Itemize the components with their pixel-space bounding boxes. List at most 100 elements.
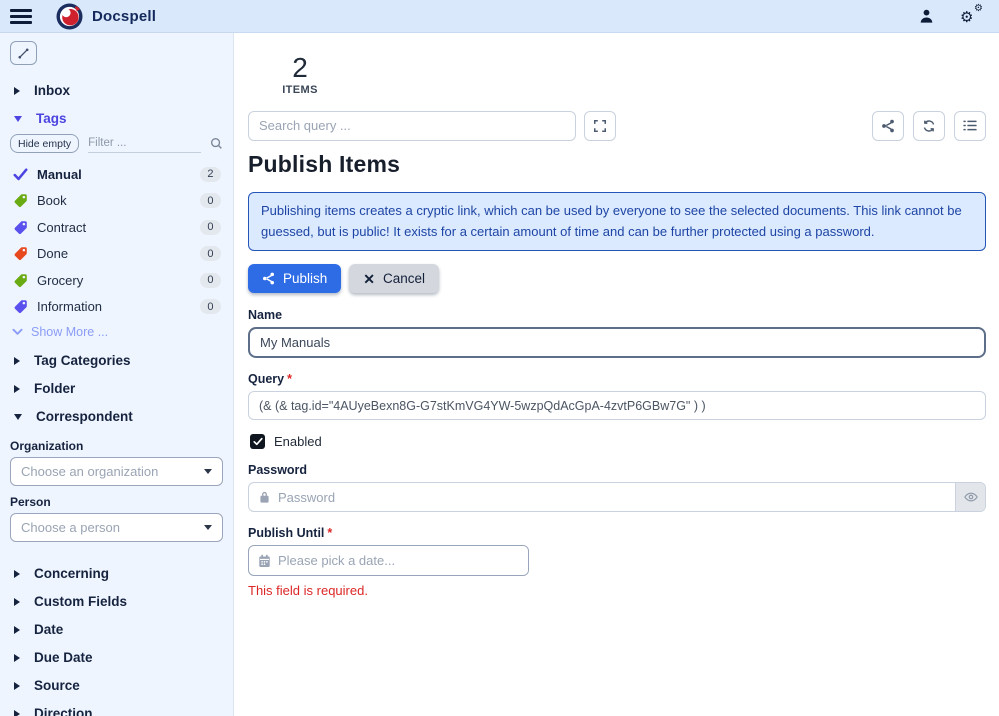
section-label: Correspondent	[36, 409, 133, 424]
tag-item-book[interactable]: Book 0	[8, 188, 225, 215]
hide-empty-button[interactable]: Hide empty	[10, 134, 79, 153]
share-icon	[881, 119, 895, 133]
person-label: Person	[10, 495, 223, 509]
tag-item-done[interactable]: Done 0	[8, 241, 225, 268]
publish-info-alert: Publishing items creates a cryptic link,…	[248, 192, 986, 252]
tag-label: Book	[37, 193, 191, 208]
section-label: Direction	[34, 706, 93, 716]
tag-count-badge: 0	[200, 193, 221, 208]
tag-label: Grocery	[37, 273, 191, 288]
section-label: Date	[34, 622, 63, 637]
app-title: Docspell	[92, 8, 156, 25]
tag-icon	[12, 273, 28, 288]
check-icon	[12, 168, 28, 181]
sidebar-section-tags[interactable]: Tags	[8, 105, 225, 132]
tag-item-grocery[interactable]: Grocery 0	[8, 267, 225, 294]
chevron-down-icon	[204, 525, 212, 530]
tag-count-badge: 0	[200, 220, 221, 235]
tag-label: Manual	[37, 167, 191, 182]
search-query-input[interactable]	[248, 111, 576, 141]
search-icon	[210, 137, 223, 150]
menu-icon[interactable]	[10, 5, 32, 27]
person-select[interactable]: Choose a person	[10, 513, 223, 542]
sidebar-section-tag-categories[interactable]: Tag Categories	[8, 347, 225, 374]
password-input[interactable]	[278, 483, 955, 511]
section-label: Tags	[36, 111, 67, 126]
sidebar-section-custom-fields[interactable]: Custom Fields	[8, 588, 225, 615]
validation-error: This field is required.	[248, 583, 986, 598]
settings-gears-icon[interactable]: ⚙⚙	[961, 6, 981, 26]
item-count-label: ITEMS	[248, 84, 352, 96]
cancel-button[interactable]: ✕ Cancel	[349, 264, 439, 293]
sidebar-section-inbox[interactable]: Inbox	[8, 77, 225, 104]
chevron-right-icon	[14, 598, 20, 606]
section-label: Folder	[34, 381, 75, 396]
tag-icon	[12, 220, 28, 235]
chevron-right-icon	[14, 710, 20, 716]
chevron-down-icon	[14, 116, 22, 122]
chevron-down-icon	[14, 414, 22, 420]
sidebar-section-direction[interactable]: Direction	[8, 700, 225, 716]
close-icon: ✕	[363, 272, 375, 286]
expand-search-button[interactable]	[584, 111, 616, 141]
calendar-icon	[249, 554, 278, 568]
sidebar-section-correspondent[interactable]: Correspondent	[8, 403, 225, 430]
name-label: Name	[248, 308, 986, 322]
item-count-value: 2	[248, 53, 352, 84]
chevron-right-icon	[14, 654, 20, 662]
section-label: Concerning	[34, 566, 109, 581]
tag-count-badge: 0	[200, 273, 221, 288]
tag-icon	[12, 246, 28, 261]
sidebar-section-concerning[interactable]: Concerning	[8, 560, 225, 587]
app-brand[interactable]: Docspell	[56, 3, 156, 30]
publish-until-label: Publish Until*	[248, 526, 986, 540]
show-more-link[interactable]: Show More ...	[8, 320, 225, 347]
query-input[interactable]	[248, 391, 986, 420]
sidebar-section-folder[interactable]: Folder	[8, 375, 225, 402]
required-marker: *	[287, 372, 292, 386]
checkbox-checked-icon	[250, 434, 265, 449]
tag-item-manual[interactable]: Manual 2	[8, 161, 225, 188]
list-icon	[963, 119, 977, 132]
toggle-password-visibility-button[interactable]	[955, 483, 985, 511]
share-view-button[interactable]	[872, 111, 904, 141]
chevron-right-icon	[14, 87, 20, 95]
refresh-icon	[922, 119, 936, 133]
enabled-checkbox[interactable]: Enabled	[250, 434, 986, 449]
tag-item-contract[interactable]: Contract 0	[8, 214, 225, 241]
search-sidebar: Inbox Tags Hide empty Manual 2	[0, 33, 234, 716]
topbar: Docspell ⚙⚙	[0, 0, 999, 33]
password-field-wrap	[248, 482, 986, 512]
section-label: Due Date	[34, 650, 93, 665]
share-icon	[262, 272, 275, 285]
sidebar-section-source[interactable]: Source	[8, 672, 225, 699]
publish-until-input[interactable]	[278, 546, 528, 575]
required-marker: *	[327, 526, 332, 540]
sidebar-section-date[interactable]: Date	[8, 616, 225, 643]
refresh-button[interactable]	[913, 111, 945, 141]
tag-label: Done	[37, 246, 191, 261]
section-label: Custom Fields	[34, 594, 127, 609]
tag-label: Information	[37, 299, 191, 314]
publish-button[interactable]: Publish	[248, 264, 341, 293]
tag-filter-input[interactable]	[88, 135, 201, 153]
collapse-sidebar-button[interactable]	[10, 41, 37, 65]
chevron-right-icon	[14, 385, 20, 393]
section-label: Inbox	[34, 83, 70, 98]
organization-label: Organization	[10, 439, 223, 453]
sidebar-section-due-date[interactable]: Due Date	[8, 644, 225, 671]
user-account-icon[interactable]	[919, 8, 934, 24]
tag-item-information[interactable]: Information 0	[8, 294, 225, 321]
view-menu-button[interactable]	[954, 111, 986, 141]
chevron-down-icon	[12, 328, 23, 336]
name-input[interactable]	[248, 327, 986, 358]
password-label: Password	[248, 463, 986, 477]
tag-count-badge: 2	[200, 167, 221, 182]
tag-icon	[12, 193, 28, 208]
organization-select[interactable]: Choose an organization	[10, 457, 223, 486]
chevron-right-icon	[14, 357, 20, 365]
main-content: 2 ITEMS	[234, 33, 999, 716]
resize-diagonal-icon	[17, 47, 30, 60]
chevron-right-icon	[14, 682, 20, 690]
page-title: Publish Items	[248, 151, 986, 178]
